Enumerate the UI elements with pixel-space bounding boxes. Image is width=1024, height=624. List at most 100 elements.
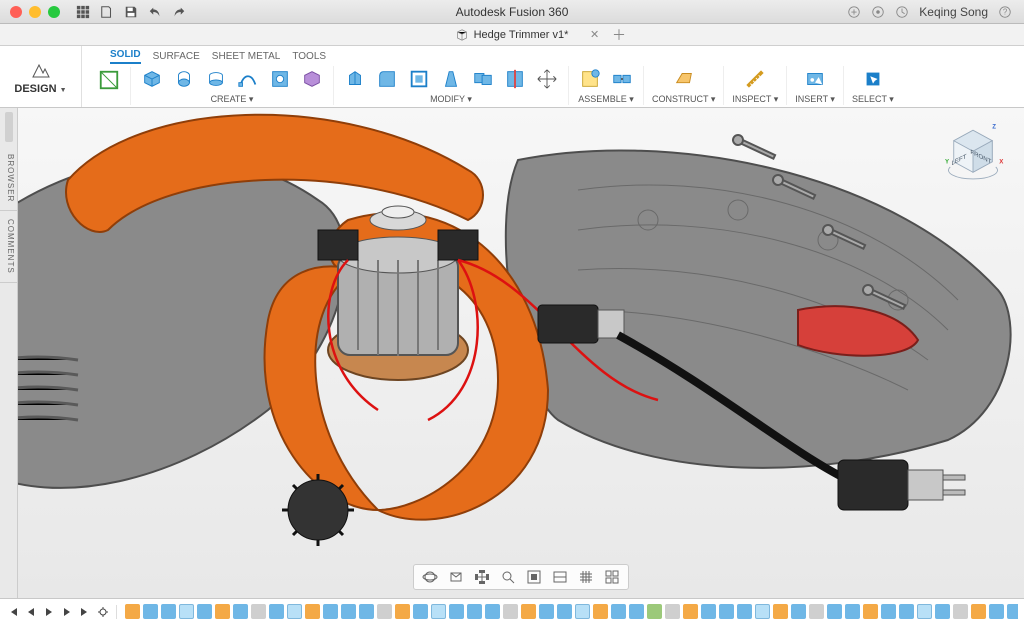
timeline-next-button[interactable]: [60, 605, 74, 619]
fillet-button[interactable]: [374, 66, 400, 92]
timeline-feature-9[interactable]: [287, 604, 302, 619]
timeline-start-button[interactable]: [6, 605, 20, 619]
timeline-feature-22[interactable]: [521, 604, 536, 619]
timeline-feature-34[interactable]: [737, 604, 752, 619]
timeline-feature-24[interactable]: [557, 604, 572, 619]
fit-button[interactable]: [524, 568, 544, 586]
panel-drag-handle[interactable]: [5, 112, 13, 142]
viewcube[interactable]: FRONT LEFT X Y Z: [938, 118, 1008, 188]
timeline-feature-49[interactable]: [1007, 604, 1018, 619]
maximize-window-button[interactable]: [48, 6, 60, 18]
hole-button[interactable]: [267, 66, 293, 92]
timeline-feature-10[interactable]: [305, 604, 320, 619]
timeline-feature-37[interactable]: [791, 604, 806, 619]
timeline-feature-12[interactable]: [341, 604, 356, 619]
tab-surface[interactable]: SURFACE: [153, 51, 200, 64]
notifications-button[interactable]: [895, 5, 909, 19]
timeline-feature-19[interactable]: [467, 604, 482, 619]
save-button[interactable]: [124, 5, 138, 19]
file-menu-button[interactable]: [100, 5, 114, 19]
comments-tab[interactable]: COMMENTS: [0, 211, 17, 283]
timeline-feature-15[interactable]: [395, 604, 410, 619]
timeline-feature-5[interactable]: [215, 604, 230, 619]
insert-group-label[interactable]: INSERT ▾: [795, 94, 835, 105]
timeline-feature-45[interactable]: [935, 604, 950, 619]
new-component-button[interactable]: [577, 66, 603, 92]
timeline-feature-16[interactable]: [413, 604, 428, 619]
timeline-feature-20[interactable]: [485, 604, 500, 619]
redo-button[interactable]: [172, 5, 186, 19]
assemble-group-label[interactable]: ASSEMBLE ▾: [578, 94, 634, 105]
timeline-feature-26[interactable]: [593, 604, 608, 619]
timeline-feature-17[interactable]: [431, 604, 446, 619]
viewports-button[interactable]: [602, 568, 622, 586]
timeline-feature-31[interactable]: [683, 604, 698, 619]
construct-group-label[interactable]: CONSTRUCT ▾: [652, 94, 715, 105]
timeline-feature-28[interactable]: [629, 604, 644, 619]
browser-tab[interactable]: BROWSER: [0, 146, 17, 211]
timeline-settings-button[interactable]: [96, 605, 110, 619]
timeline-feature-36[interactable]: [773, 604, 788, 619]
document-tab[interactable]: Hedge Trimmer v1*: [428, 27, 597, 43]
timeline-feature-13[interactable]: [359, 604, 374, 619]
timeline-feature-0[interactable]: [125, 604, 140, 619]
revolve-button[interactable]: [203, 66, 229, 92]
move-button[interactable]: [534, 66, 560, 92]
split-button[interactable]: [502, 66, 528, 92]
inspect-group-label[interactable]: INSPECT ▾: [732, 94, 778, 105]
display-mode-button[interactable]: [550, 568, 570, 586]
timeline-feature-42[interactable]: [881, 604, 896, 619]
timeline-feature-21[interactable]: [503, 604, 518, 619]
form-button[interactable]: [299, 66, 325, 92]
insert-button[interactable]: [802, 66, 828, 92]
construction-plane-button[interactable]: [671, 66, 697, 92]
orbit-button[interactable]: [420, 568, 440, 586]
close-window-button[interactable]: [10, 6, 22, 18]
modify-group-label[interactable]: MODIFY ▾: [430, 94, 472, 105]
sweep-button[interactable]: [235, 66, 261, 92]
timeline-feature-39[interactable]: [827, 604, 842, 619]
data-panel-button[interactable]: [76, 5, 90, 19]
timeline-prev-button[interactable]: [24, 605, 38, 619]
new-tab-button[interactable]: ＋: [612, 25, 626, 45]
timeline-end-button[interactable]: [78, 605, 92, 619]
create-sketch-button[interactable]: [96, 67, 122, 93]
press-pull-button[interactable]: [342, 66, 368, 92]
combine-button[interactable]: [470, 66, 496, 92]
pan-button[interactable]: [472, 568, 492, 586]
select-group-label[interactable]: SELECT ▾: [852, 94, 894, 105]
tab-tools[interactable]: TOOLS: [292, 51, 326, 64]
timeline-feature-11[interactable]: [323, 604, 338, 619]
timeline-feature-14[interactable]: [377, 604, 392, 619]
measure-button[interactable]: [742, 66, 768, 92]
timeline-feature-41[interactable]: [863, 604, 878, 619]
job-status-button[interactable]: [871, 5, 885, 19]
timeline-feature-3[interactable]: [179, 604, 194, 619]
timeline-feature-44[interactable]: [917, 604, 932, 619]
timeline-feature-46[interactable]: [953, 604, 968, 619]
tab-sheet-metal[interactable]: SHEET METAL: [212, 51, 281, 64]
timeline-features[interactable]: [121, 604, 1018, 619]
3d-viewport[interactable]: FRONT LEFT X Y Z: [18, 108, 1024, 598]
timeline-feature-8[interactable]: [269, 604, 284, 619]
user-name[interactable]: Keqing Song: [919, 5, 988, 19]
undo-button[interactable]: [148, 5, 162, 19]
select-button[interactable]: [860, 66, 886, 92]
minimize-window-button[interactable]: [29, 6, 41, 18]
look-at-button[interactable]: [446, 568, 466, 586]
workspace-switcher[interactable]: DESIGN ▼: [0, 46, 82, 107]
timeline-feature-40[interactable]: [845, 604, 860, 619]
timeline-feature-47[interactable]: [971, 604, 986, 619]
timeline-feature-38[interactable]: [809, 604, 824, 619]
extensions-button[interactable]: [847, 5, 861, 19]
timeline-feature-43[interactable]: [899, 604, 914, 619]
extrude-button[interactable]: [171, 66, 197, 92]
grid-button[interactable]: [576, 568, 596, 586]
timeline-feature-48[interactable]: [989, 604, 1004, 619]
timeline-feature-2[interactable]: [161, 604, 176, 619]
timeline-feature-6[interactable]: [233, 604, 248, 619]
timeline-feature-7[interactable]: [251, 604, 266, 619]
timeline-play-button[interactable]: [42, 605, 56, 619]
help-button[interactable]: ?: [998, 5, 1012, 19]
timeline-feature-30[interactable]: [665, 604, 680, 619]
